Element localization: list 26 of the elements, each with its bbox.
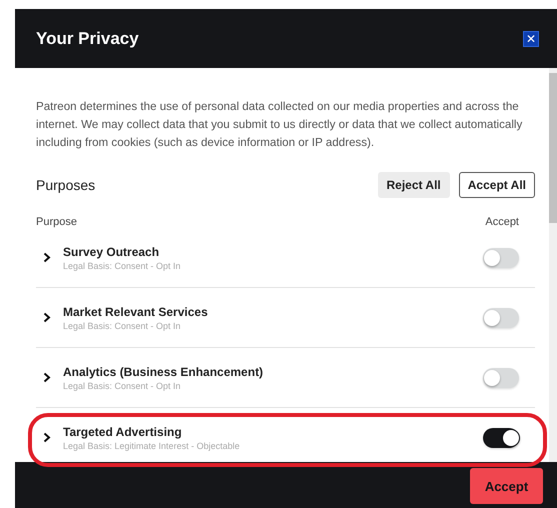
purpose-name: Survey Outreach	[63, 244, 160, 258]
toggle-switch[interactable]	[483, 368, 519, 388]
toggle-switch[interactable]	[483, 428, 519, 448]
purpose-name: Market Relevant Services	[63, 304, 209, 318]
dialog-title: Your Privacy	[36, 28, 139, 48]
toggle-switch[interactable]	[483, 308, 519, 328]
accept-button[interactable]: Accept	[470, 468, 543, 504]
column-header: Purpose	[36, 216, 77, 228]
purpose-name: Targeted Advertising	[63, 424, 183, 438]
accept-all-button[interactable]: Accept All	[458, 172, 535, 198]
chevron-right-icon[interactable]	[43, 252, 51, 263]
intro-text: Patreon determines the use of personal data collected on our media properties and across the internet. We may collect data that you submit to us directly or data that we collect automatically including from cookies (such as device information or IP address).	[36, 99, 524, 151]
chevron-right-icon[interactable]	[43, 372, 51, 383]
legal-basis-text: Legal Basis: Consent - Opt In	[63, 320, 182, 330]
legal-basis-text: Legal Basis: Consent - Opt In	[63, 260, 182, 270]
purpose-name: Analytics (Business Enhancement)	[63, 364, 264, 378]
chevron-right-icon[interactable]	[43, 432, 51, 443]
column-header: Accept	[485, 216, 519, 228]
chevron-right-icon[interactable]	[43, 312, 51, 323]
toggle-switch[interactable]	[483, 248, 519, 268]
legal-basis-text: Legal Basis: Consent - Opt In	[63, 380, 182, 390]
legal-basis-text: Legal Basis: Legitimate Interest - Objectable	[63, 440, 241, 450]
close-button[interactable]: ✕	[523, 30, 539, 46]
purposes-heading: Purposes	[36, 177, 96, 193]
reject-all-button[interactable]: Reject All	[378, 172, 450, 198]
scrollbar[interactable]	[549, 68, 557, 462]
